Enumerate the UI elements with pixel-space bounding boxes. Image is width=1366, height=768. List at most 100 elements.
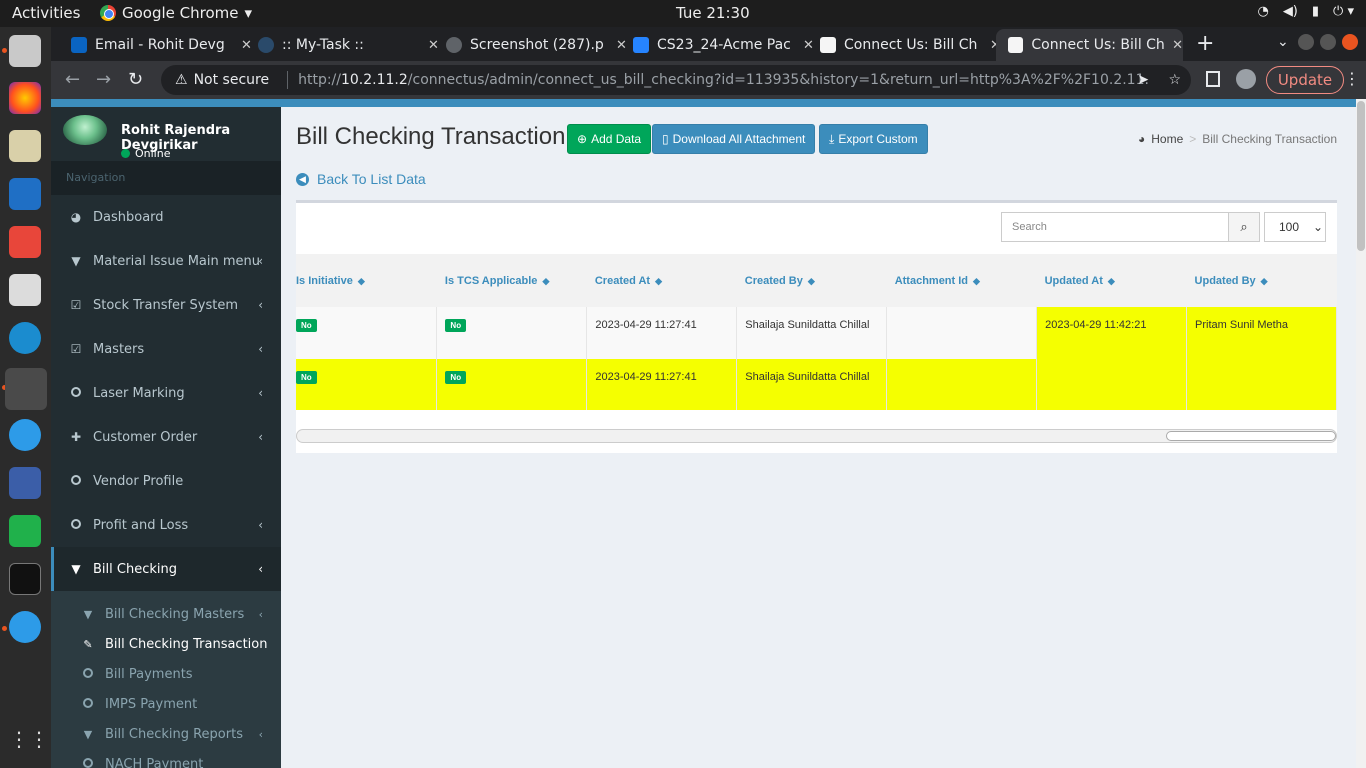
sidebar-subitem-bill-payments[interactable]: Bill Payments bbox=[51, 659, 281, 689]
crossover-icon[interactable] bbox=[9, 322, 41, 354]
sidebar-item-vendor-profile[interactable]: Vendor Profile bbox=[51, 459, 281, 503]
profile-avatar-icon[interactable] bbox=[1236, 69, 1256, 89]
spreadsheet-icon[interactable] bbox=[9, 515, 41, 547]
more-menu-icon[interactable]: ⋮ bbox=[1344, 69, 1360, 88]
tab-email[interactable]: Email - Rohit Devg ✕ bbox=[59, 29, 252, 61]
phone-icon[interactable] bbox=[9, 419, 41, 451]
table-row[interactable]: No No 2023-04-29 11:27:41 Shailaja Sunil… bbox=[296, 359, 1337, 410]
side-panel-icon[interactable] bbox=[1206, 71, 1220, 87]
download-icon: ⤓ bbox=[829, 131, 835, 146]
column-header[interactable]: Attachment Id ◆ bbox=[886, 254, 1037, 307]
search-icon: ⌕ bbox=[1240, 219, 1248, 235]
calculator-icon[interactable] bbox=[9, 274, 41, 306]
breadcrumb-home-link[interactable]: Home bbox=[1151, 132, 1183, 146]
tab-search-icon[interactable]: ⌄ bbox=[1277, 34, 1289, 50]
sidebar-item-masters[interactable]: ☑ Masters ‹ bbox=[51, 327, 281, 371]
app-name: Google Chrome bbox=[122, 4, 239, 22]
breadcrumb-current: Bill Checking Transaction bbox=[1202, 132, 1337, 146]
writer-icon[interactable] bbox=[9, 178, 41, 210]
url-path: /connectus/admin/connect_us_bill_checkin… bbox=[407, 72, 1149, 88]
sort-icon: ◆ bbox=[655, 275, 662, 286]
clock[interactable]: Tue 21:30 bbox=[676, 4, 750, 22]
scrollbar-thumb[interactable] bbox=[1166, 431, 1336, 441]
sidebar-item-label: Stock Transfer System bbox=[93, 297, 238, 313]
sidebar-item-dashboard[interactable]: ◕ Dashboard bbox=[51, 195, 281, 239]
bookmark-star-icon[interactable]: ☆ bbox=[1168, 72, 1181, 88]
tab-label: Email - Rohit Devg bbox=[95, 37, 225, 53]
back-to-list-link[interactable]: ◀ Back To List Data bbox=[296, 171, 426, 187]
status-badge: No bbox=[445, 371, 467, 384]
tab-my-task[interactable]: :: My-Task :: ✕ bbox=[246, 29, 439, 61]
terminal-icon[interactable] bbox=[9, 563, 41, 595]
reload-icon[interactable]: ↻ bbox=[128, 69, 143, 90]
maximize-button[interactable] bbox=[1320, 34, 1336, 50]
table-row[interactable]: No No 2023-04-29 11:27:41 Shailaja Sunil… bbox=[296, 307, 1337, 359]
tab-connect-us-1[interactable]: Connect Us: Bill Ch ✕ bbox=[808, 29, 1001, 61]
sidebar-subitem-imps-payment[interactable]: IMPS Payment bbox=[51, 689, 281, 719]
network-manager-icon[interactable] bbox=[9, 467, 41, 499]
sidebar-subitem-bill-checking-transaction[interactable]: ✎ Bill Checking Transaction bbox=[51, 629, 281, 659]
os-top-bar: Activities Google Chrome ▾ Tue 21:30 ◔ ◀… bbox=[0, 0, 1366, 27]
system-tray[interactable]: ◔ ◀) ▮ ⏻ ▾ bbox=[1257, 4, 1354, 19]
column-header[interactable]: Created By ◆ bbox=[736, 254, 887, 307]
filter-icon: ▼ bbox=[83, 727, 93, 741]
new-tab-button[interactable]: + bbox=[1196, 31, 1214, 56]
close-window-button[interactable] bbox=[1342, 34, 1358, 50]
chrome-dock-icon[interactable] bbox=[5, 368, 47, 410]
back-arrow-icon[interactable]: ← bbox=[65, 69, 80, 90]
app-menu[interactable]: Google Chrome ▾ bbox=[100, 4, 252, 22]
column-header[interactable]: Is Initiative ◆ bbox=[296, 254, 437, 307]
disk-icon[interactable] bbox=[9, 130, 41, 162]
activities-button[interactable]: Activities bbox=[12, 4, 80, 22]
sidebar-subitem-nach-payment[interactable]: NACH Payment bbox=[51, 749, 281, 768]
search-input[interactable]: Search bbox=[1001, 212, 1229, 242]
horizontal-scrollbar[interactable] bbox=[296, 429, 1337, 443]
tab-cs23[interactable]: CS23_24-Acme Pac ✕ bbox=[621, 29, 814, 61]
warning-icon[interactable]: ⚠ bbox=[175, 72, 188, 88]
chevron-left-icon: ‹ bbox=[258, 342, 263, 356]
minimize-button[interactable] bbox=[1298, 34, 1314, 50]
update-button[interactable]: Update bbox=[1266, 66, 1344, 94]
download-all-attachment-button[interactable]: ▯ Download All Attachment bbox=[652, 124, 816, 154]
apps-grid-icon[interactable]: ⋮⋮ bbox=[9, 727, 49, 759]
circle-icon bbox=[69, 386, 83, 400]
sidebar-item-material-issue[interactable]: ▼ Material Issue Main menu ‹ bbox=[51, 239, 281, 283]
sidebar-subitem-bill-checking-reports[interactable]: ▼ Bill Checking Reports ‹ bbox=[51, 719, 281, 749]
tab-label: :: My-Task :: bbox=[282, 37, 364, 53]
send-icon[interactable]: ➤ bbox=[1137, 72, 1149, 88]
search-button[interactable]: ⌕ bbox=[1228, 212, 1260, 242]
sidebar-item-laser-marking[interactable]: Laser Marking ‹ bbox=[51, 371, 281, 415]
export-custom-button[interactable]: ⤓ Export Custom bbox=[819, 124, 928, 154]
button-label: Export Custom bbox=[838, 132, 918, 146]
address-bar[interactable]: ⚠ Not secure http://10.2.11.2/connectus/… bbox=[161, 65, 1191, 95]
anydesk-icon[interactable] bbox=[9, 226, 41, 258]
firefox-icon[interactable] bbox=[9, 82, 41, 114]
not-secure-label[interactable]: Not secure bbox=[194, 72, 270, 88]
forward-arrow-icon[interactable]: → bbox=[96, 69, 111, 90]
add-data-button[interactable]: ⊕ Add Data bbox=[567, 124, 652, 154]
files-icon[interactable] bbox=[9, 35, 41, 67]
column-header[interactable]: Updated By ◆ bbox=[1186, 254, 1337, 307]
column-header[interactable]: Created At ◆ bbox=[586, 254, 737, 307]
sidebar-item-customer-order[interactable]: ✚ Customer Order ‹ bbox=[51, 415, 281, 459]
sidebar-item-stock-transfer[interactable]: ☑ Stock Transfer System ‹ bbox=[51, 283, 281, 327]
user-status: Online bbox=[121, 147, 170, 160]
sidebar-subitem-bill-checking-masters[interactable]: ▼ Bill Checking Masters ‹ bbox=[51, 591, 281, 629]
navigation-header: Navigation bbox=[51, 161, 281, 195]
sidebar-item-bill-checking[interactable]: ▼ Bill Checking ‹ bbox=[51, 547, 281, 591]
sidebar-item-profit-loss[interactable]: Profit and Loss ‹ bbox=[51, 503, 281, 547]
tab-label: Connect Us: Bill Ch bbox=[844, 37, 978, 53]
column-header[interactable]: Updated At ◆ bbox=[1036, 254, 1187, 307]
column-header[interactable]: Is TCS Applicable ◆ bbox=[436, 254, 587, 307]
header-strip bbox=[51, 99, 1356, 107]
page-size-select[interactable]: 100 ⌄ bbox=[1264, 212, 1326, 242]
avatar bbox=[63, 115, 107, 145]
tab-connect-us-active[interactable]: Connect Us: Bill Ch ✕ bbox=[996, 29, 1183, 61]
scrollbar-thumb[interactable] bbox=[1357, 101, 1365, 251]
url-text[interactable]: http://10.2.11.2/connectus/admin/connect… bbox=[298, 72, 1148, 88]
tab-screenshot[interactable]: Screenshot (287).p ✕ bbox=[434, 29, 627, 61]
vertical-scrollbar[interactable] bbox=[1356, 99, 1366, 768]
phone-icon[interactable] bbox=[9, 611, 41, 643]
close-icon[interactable]: ✕ bbox=[1172, 38, 1183, 53]
jira-icon bbox=[633, 37, 649, 53]
